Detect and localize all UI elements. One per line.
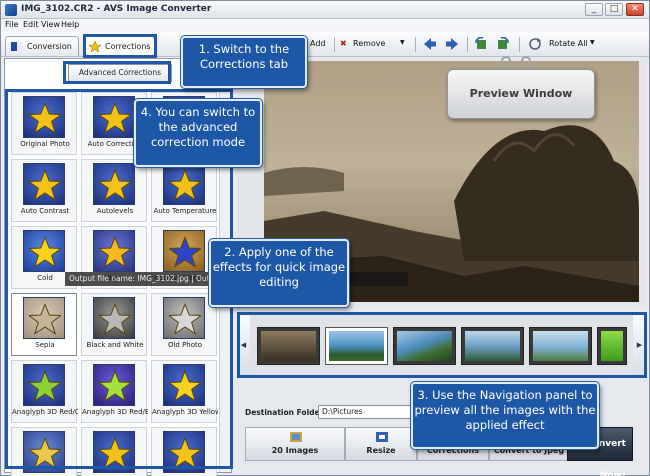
callout-navigation: 3. Use the Navigation panel to preview a… [411,382,599,449]
callout-advanced-mode: 4. You can switch to the advanced correc… [134,99,262,167]
highlight-corrections-tab [83,34,157,58]
resize-icon [376,432,388,442]
app-icon [5,4,17,16]
preview-window-label: Preview Window [447,69,595,119]
remove-icon[interactable]: ✖ [340,39,347,48]
step-resize-label: Resize [366,446,396,455]
toolbar-separator [334,37,335,52]
toolbar-separator [415,37,416,52]
minimize-button[interactable]: _ [585,3,603,16]
close-button[interactable]: ✕ [626,3,644,16]
tab-conversion-label: Conversion [27,42,72,51]
add-button[interactable]: Add [310,39,326,48]
destination-folder-label: Destination Folder: [245,408,327,417]
step-resize[interactable]: Resize [345,427,417,461]
menu-help[interactable]: Help [61,20,79,29]
menu-bar: File Edit View Help [1,19,649,32]
rotate-all-dropdown-icon[interactable]: ▼ [590,39,595,46]
rotate-right-icon[interactable] [496,37,510,51]
arrow-left-icon[interactable] [423,37,437,51]
callout-switch-tab: 1. Switch to the Corrections tab [181,36,307,88]
toolbar-separator [467,37,468,52]
step-images-label: 20 Images [271,446,319,455]
app-window: IMG_3102.CR2 - AVS Image Converter _ □ ✕… [0,0,650,476]
remove-button[interactable]: Remove [353,39,385,48]
rotate-left-icon[interactable] [474,37,488,51]
maximize-button[interactable]: □ [605,3,623,16]
remove-dropdown-icon[interactable]: ▼ [400,39,405,46]
tab-conversion[interactable]: Conversion [5,36,79,56]
title-bar: IMG_3102.CR2 - AVS Image Converter _ □ ✕ [1,1,649,19]
conversion-icon [11,42,23,51]
arrow-right-icon[interactable] [445,37,459,51]
callout-apply-effect: 2. Apply one of the effects for quick im… [209,239,349,307]
highlight-navigation [237,312,647,378]
menu-edit[interactable]: Edit [23,20,39,29]
rotate-all-icon[interactable] [528,37,542,51]
step-images[interactable]: 20 Images [245,427,345,461]
images-icon [290,432,302,442]
menu-view[interactable]: View [41,20,60,29]
toolbar-separator [519,37,520,52]
menu-file[interactable]: File [5,20,18,29]
rotate-all-button[interactable]: Rotate All [549,39,588,48]
highlight-advanced-button [63,61,171,84]
window-title: IMG_3102.CR2 - AVS Image Converter [21,4,212,14]
